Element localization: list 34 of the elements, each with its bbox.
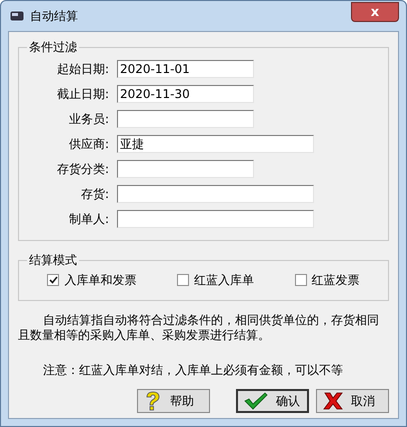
ok-button[interactable]: 确认 <box>236 389 309 413</box>
note-text: 注意：红蓝入库单对结，入库单上必须有金额，可以不等 <box>42 362 344 379</box>
checkbox[interactable] <box>176 274 189 286</box>
checkbox[interactable] <box>294 274 307 286</box>
checkbox[interactable] <box>47 274 60 286</box>
field-label: 业务员: <box>68 111 110 128</box>
field-label: 存货: <box>80 186 110 203</box>
cross-icon <box>323 392 343 410</box>
field-label: 截止日期: <box>56 86 110 103</box>
field-label: 供应商: <box>68 136 110 153</box>
description-text: 自动结算指自动将符合过滤条件的，相同供货单位的，存货相同且数量相等的采购入库单、采购发票进行结算。 <box>18 313 380 343</box>
field-label: 存货分类: <box>56 161 110 178</box>
check-icon <box>48 276 58 284</box>
input-field[interactable]: 2020-11-01 <box>117 60 254 78</box>
field-label: 制单人: <box>68 211 110 228</box>
checkbox-label: 入库单和发票 <box>64 272 136 289</box>
close-button[interactable]: x <box>351 2 399 22</box>
input-field[interactable]: 2020-11-30 <box>117 85 254 103</box>
field-label: 起始日期: <box>56 61 110 78</box>
app-icon <box>10 11 24 21</box>
input-field[interactable] <box>117 210 314 228</box>
question-mark-icon <box>144 391 162 411</box>
checkbox-label: 红蓝发票 <box>312 272 360 289</box>
group-title: 结算模式 <box>28 252 78 269</box>
check-mark-icon <box>244 392 268 410</box>
window-title: 自动结算 <box>30 8 78 25</box>
cancel-button[interactable]: 取消 <box>316 389 389 413</box>
help-button[interactable]: 帮助 <box>137 389 210 413</box>
checkbox-label: 红蓝入库单 <box>194 272 254 289</box>
input-field[interactable] <box>117 110 254 128</box>
input-field[interactable] <box>117 160 254 178</box>
input-field[interactable]: 亚捷 <box>117 135 314 153</box>
group-title: 条件过滤 <box>28 39 78 56</box>
input-field[interactable] <box>117 185 314 203</box>
